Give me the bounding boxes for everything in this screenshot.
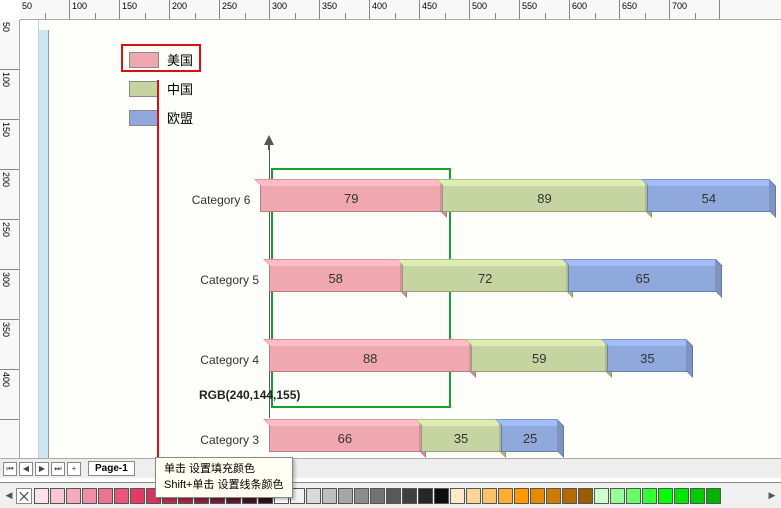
color-swatch[interactable] [658, 488, 673, 504]
color-swatch[interactable] [34, 488, 49, 504]
color-swatch[interactable] [706, 488, 721, 504]
legend-label: 欧盟 [167, 108, 193, 127]
chart-row: Category 4885935 [189, 340, 771, 380]
page-nav-buttons: ⏮◀▶⏭+ [2, 462, 82, 476]
legend-item[interactable]: 中国 [129, 79, 193, 98]
bar-segment[interactable]: 35 [421, 424, 502, 452]
legend-swatch [129, 110, 159, 126]
nav-button[interactable]: ◀ [19, 462, 33, 476]
chart-legend: 美国中国欧盟 [129, 50, 193, 137]
bar-segment[interactable]: 35 [607, 344, 688, 372]
color-swatch[interactable] [498, 488, 513, 504]
palette-right-icon[interactable]: ▶ [767, 488, 777, 504]
palette-swatches [34, 488, 722, 504]
page-edge [39, 30, 49, 458]
color-swatch[interactable] [82, 488, 97, 504]
color-tooltip: 单击 设置填充颜色 Shift+单击 设置线条颜色 [155, 457, 293, 498]
category-label: Category 5 [189, 273, 269, 287]
ruler-vertical: 50100150200250300350400 [0, 20, 20, 458]
bar-segment[interactable]: 79 [260, 184, 442, 212]
color-palette: ◀ ▶ [0, 482, 781, 508]
color-swatch[interactable] [66, 488, 81, 504]
color-swatch[interactable] [418, 488, 433, 504]
color-swatch[interactable] [562, 488, 577, 504]
nav-button[interactable]: + [67, 462, 81, 476]
color-swatch[interactable] [466, 488, 481, 504]
color-swatch[interactable] [386, 488, 401, 504]
bar-segment[interactable]: 25 [501, 424, 559, 452]
color-swatch[interactable] [450, 488, 465, 504]
color-swatch[interactable] [626, 488, 641, 504]
bar-segment[interactable]: 65 [568, 264, 718, 292]
color-swatch[interactable] [482, 488, 497, 504]
color-swatch[interactable] [514, 488, 529, 504]
bar-segment[interactable]: 72 [402, 264, 568, 292]
nav-button[interactable]: ▶ [35, 462, 49, 476]
color-swatch[interactable] [610, 488, 625, 504]
chart-row: Category 5587265 [189, 260, 771, 300]
bar-group: 885935 [269, 344, 688, 376]
bar-segment[interactable]: 89 [442, 184, 647, 212]
status-bar: ⏮◀▶⏭+ Page-1 [0, 458, 781, 478]
tooltip-line: 单击 设置填充颜色 [164, 462, 284, 477]
color-swatch[interactable] [114, 488, 129, 504]
no-color-swatch[interactable] [16, 488, 32, 504]
legend-highlight-box [121, 44, 201, 72]
color-swatch[interactable] [674, 488, 689, 504]
bar-segment[interactable]: 59 [471, 344, 607, 372]
category-label: Category 3 [189, 433, 269, 447]
color-swatch[interactable] [370, 488, 385, 504]
bar-segment[interactable]: 88 [269, 344, 471, 372]
color-swatch[interactable] [402, 488, 417, 504]
color-swatch[interactable] [354, 488, 369, 504]
palette-left-icon[interactable]: ◀ [4, 488, 14, 504]
category-label: Category 4 [189, 353, 269, 367]
rgb-readout: RGB(240,144,155) [199, 388, 300, 402]
color-swatch[interactable] [322, 488, 337, 504]
bar-group: 587265 [269, 264, 717, 296]
canvas-area[interactable]: 美国中国欧盟 Category 6798954Category 5587265C… [38, 20, 781, 458]
color-swatch[interactable] [578, 488, 593, 504]
color-swatch[interactable] [594, 488, 609, 504]
chart-row: Category 3663525 [189, 420, 771, 460]
bar-segment[interactable]: 54 [647, 184, 771, 212]
chart-row: Category 6798954 [189, 180, 771, 220]
color-swatch[interactable] [530, 488, 545, 504]
color-swatch[interactable] [642, 488, 657, 504]
bar-segment[interactable]: 58 [269, 264, 402, 292]
nav-button[interactable]: ⏮ [3, 462, 17, 476]
legend-swatch [129, 81, 159, 97]
category-label: Category 6 [189, 193, 260, 207]
color-swatch[interactable] [50, 488, 65, 504]
annotation-arrow [157, 80, 159, 480]
color-swatch[interactable] [306, 488, 321, 504]
color-swatch[interactable] [434, 488, 449, 504]
color-swatch[interactable] [98, 488, 113, 504]
bar-segment[interactable]: 66 [269, 424, 421, 452]
legend-label: 中国 [167, 79, 193, 98]
bar-group: 663525 [269, 424, 559, 456]
bar-group: 798954 [260, 184, 771, 216]
page-tab[interactable]: Page-1 [88, 461, 135, 476]
tooltip-line: Shift+单击 设置线条颜色 [164, 478, 284, 493]
color-swatch[interactable] [130, 488, 145, 504]
color-swatch[interactable] [690, 488, 705, 504]
color-swatch[interactable] [546, 488, 561, 504]
legend-item[interactable]: 欧盟 [129, 108, 193, 127]
ruler-horizontal: 5010015020025030035040045050055060065070… [20, 0, 781, 20]
nav-button[interactable]: ⏭ [51, 462, 65, 476]
color-swatch[interactable] [338, 488, 353, 504]
